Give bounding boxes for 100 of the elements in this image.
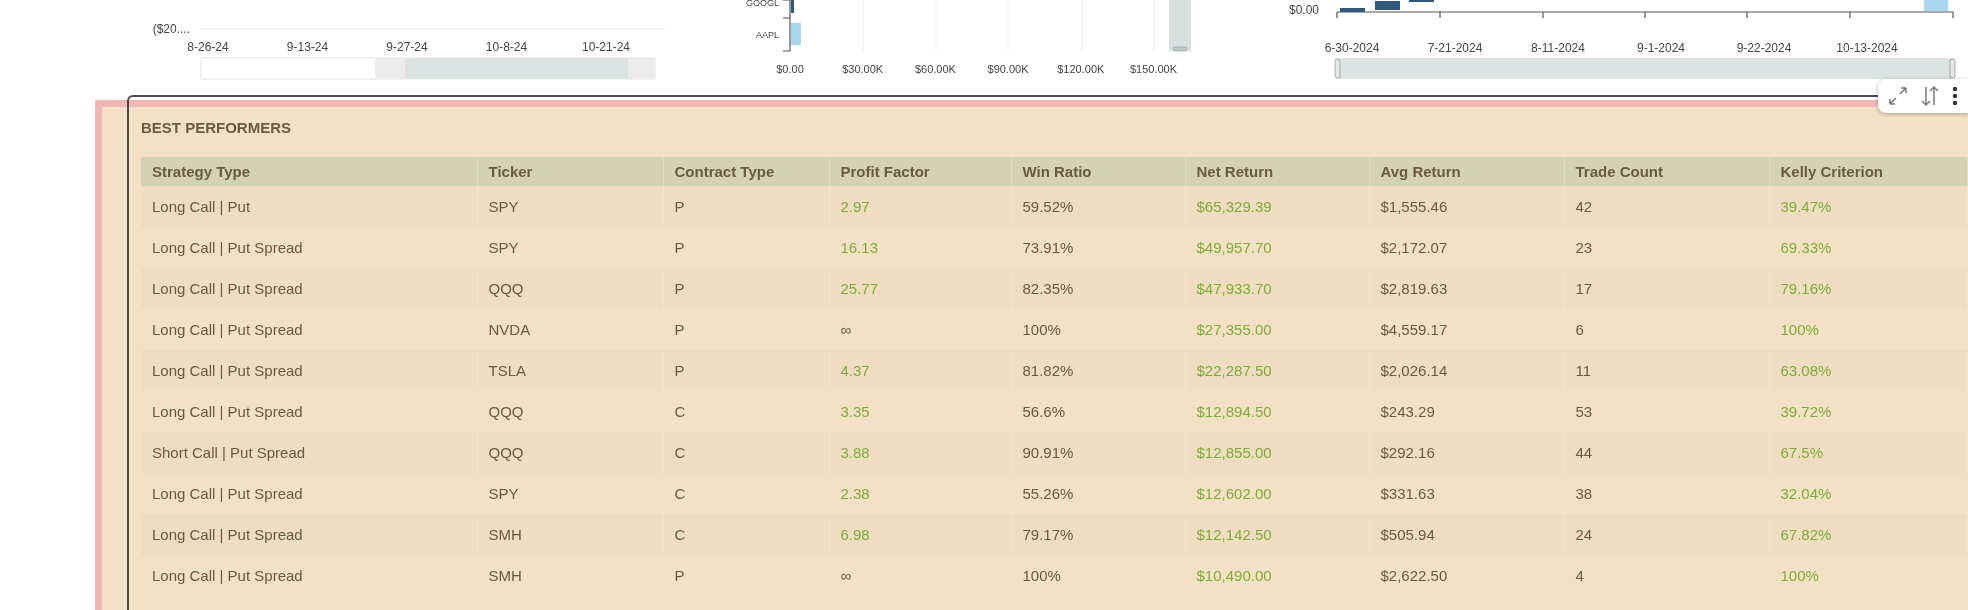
axis-label: $60.00K xyxy=(914,63,956,75)
axis-label: 10-13-2024 xyxy=(1836,41,1898,55)
table-cell: 67.82% xyxy=(1769,514,1967,555)
table-cell: Long Call | Put Spread xyxy=(141,268,477,309)
sort-icon[interactable] xyxy=(1920,85,1940,107)
table-cell: $12,894.50 xyxy=(1185,391,1369,432)
axis-line xyxy=(782,0,791,52)
table-cell: 55.26% xyxy=(1011,473,1185,514)
table-cell: $2,819.63 xyxy=(1369,268,1564,309)
table-cell: Long Call | Put Spread xyxy=(141,555,477,596)
table-cell: P xyxy=(663,186,829,227)
table-cell: Long Call | Put Spread xyxy=(141,514,477,555)
table-cell: P xyxy=(663,555,829,596)
axis-label: $90.00K xyxy=(987,63,1029,75)
table-cell: 4.37 xyxy=(829,350,1011,391)
table-cell: 38 xyxy=(1564,473,1769,514)
axis-label: 10-21-24 xyxy=(582,40,630,54)
more-icon[interactable] xyxy=(1952,86,1958,106)
table-cell: $10,490.00 xyxy=(1185,555,1369,596)
table-cell: Short Call | Put Spread xyxy=(141,432,477,473)
table-cell: SPY xyxy=(477,473,663,514)
axis-label: GOOGL xyxy=(746,0,779,8)
table-cell: 100% xyxy=(1011,309,1185,350)
table-cell: Long Call | Put Spread xyxy=(141,309,477,350)
table-cell: 3.35 xyxy=(829,391,1011,432)
table-cell: QQQ xyxy=(477,268,663,309)
table-cell: 16.13 xyxy=(829,227,1011,268)
column-header[interactable]: Ticker xyxy=(477,157,663,186)
column-header[interactable]: Trade Count xyxy=(1564,157,1769,186)
expand-icon[interactable] xyxy=(1888,86,1908,106)
table-cell: 73.91% xyxy=(1011,227,1185,268)
column-header[interactable]: Contract Type xyxy=(663,157,829,186)
axis-label: 9-27-24 xyxy=(386,40,428,54)
table-cell: 32.04% xyxy=(1769,473,1967,514)
column-header[interactable]: Net Return xyxy=(1185,157,1369,186)
table-cell: ∞ xyxy=(829,309,1011,350)
table-cell: $243.29 xyxy=(1369,391,1564,432)
table-cell: 24 xyxy=(1564,514,1769,555)
axis-label: 8-26-24 xyxy=(187,40,229,54)
table-cell: SMH xyxy=(477,555,663,596)
table-cell: $1,555.46 xyxy=(1369,186,1564,227)
table-cell: C xyxy=(663,473,829,514)
table-cell: P xyxy=(663,268,829,309)
table-cell: 100% xyxy=(1011,555,1185,596)
table-cell: 100% xyxy=(1769,555,1967,596)
bar xyxy=(1924,0,1948,11)
column-header[interactable]: Profit Factor xyxy=(829,157,1011,186)
column-header[interactable]: Win Ratio xyxy=(1011,157,1185,186)
column-header[interactable]: Kelly Criterion xyxy=(1769,157,1967,186)
axis-label: 7-21-2024 xyxy=(1427,41,1483,55)
table-cell: 79.17% xyxy=(1011,514,1185,555)
bar xyxy=(791,23,801,45)
table-cell: SPY xyxy=(477,227,663,268)
table-cell: Long Call | Put Spread xyxy=(141,391,477,432)
table-cell: Long Call | Put xyxy=(141,186,477,227)
axis-label: $120.00K xyxy=(1057,63,1105,75)
table-cell: Long Call | Put Spread xyxy=(141,473,477,514)
axis-label: ($20.... xyxy=(152,22,190,36)
table-cell: $12,855.00 xyxy=(1185,432,1369,473)
table-cell: 81.82% xyxy=(1011,350,1185,391)
table-cell: P xyxy=(663,309,829,350)
table-cell: SPY xyxy=(477,186,663,227)
range-scrollbar[interactable] xyxy=(200,57,656,80)
table-cell: 90.91% xyxy=(1011,432,1185,473)
axis-label: 8-11-2024 xyxy=(1531,41,1585,55)
axis-label: $0.00 xyxy=(776,63,804,75)
table-cell: 17 xyxy=(1564,268,1769,309)
table-cell: 2.97 xyxy=(829,186,1011,227)
table-cell: C xyxy=(663,514,829,555)
table-cell: $65,329.39 xyxy=(1185,186,1369,227)
axis-label: $150.00K xyxy=(1129,63,1178,75)
column-header[interactable]: Avg Return xyxy=(1369,157,1564,186)
axis-label: 9-1-2024 xyxy=(1637,41,1685,55)
table-cell: QQQ xyxy=(477,391,663,432)
table-cell: 59.52% xyxy=(1011,186,1185,227)
column-header[interactable]: Strategy Type xyxy=(141,157,477,186)
table-cell: 63.08% xyxy=(1769,350,1967,391)
table-cell: 25.77 xyxy=(829,268,1011,309)
table-cell: Long Call | Put Spread xyxy=(141,350,477,391)
table-cell: 4 xyxy=(1564,555,1769,596)
panel-title: BEST PERFORMERS xyxy=(141,118,291,136)
axis-label: AAPL xyxy=(756,30,779,40)
table-cell: $49,957.70 xyxy=(1185,227,1369,268)
table-cell: $22,287.50 xyxy=(1185,350,1369,391)
scroll-thumb[interactable] xyxy=(1169,0,1191,52)
table-cell: P xyxy=(663,350,829,391)
table-cell: $4,559.17 xyxy=(1369,309,1564,350)
table-cell: 56.6% xyxy=(1011,391,1185,432)
table-cell: NVDA xyxy=(477,309,663,350)
range-scrollbar[interactable] xyxy=(1334,58,1956,79)
table-cell: P xyxy=(663,227,829,268)
table-cell: $2,026.14 xyxy=(1369,350,1564,391)
table-cell: $12,602.00 xyxy=(1185,473,1369,514)
table-cell: $505.94 xyxy=(1369,514,1564,555)
table-cell: 2.38 xyxy=(829,473,1011,514)
table-cell: 3.88 xyxy=(829,432,1011,473)
table-cell: $27,355.00 xyxy=(1185,309,1369,350)
table-cell: 82.35% xyxy=(1011,268,1185,309)
table-cell: 6.98 xyxy=(829,514,1011,555)
table-cell: 6 xyxy=(1564,309,1769,350)
